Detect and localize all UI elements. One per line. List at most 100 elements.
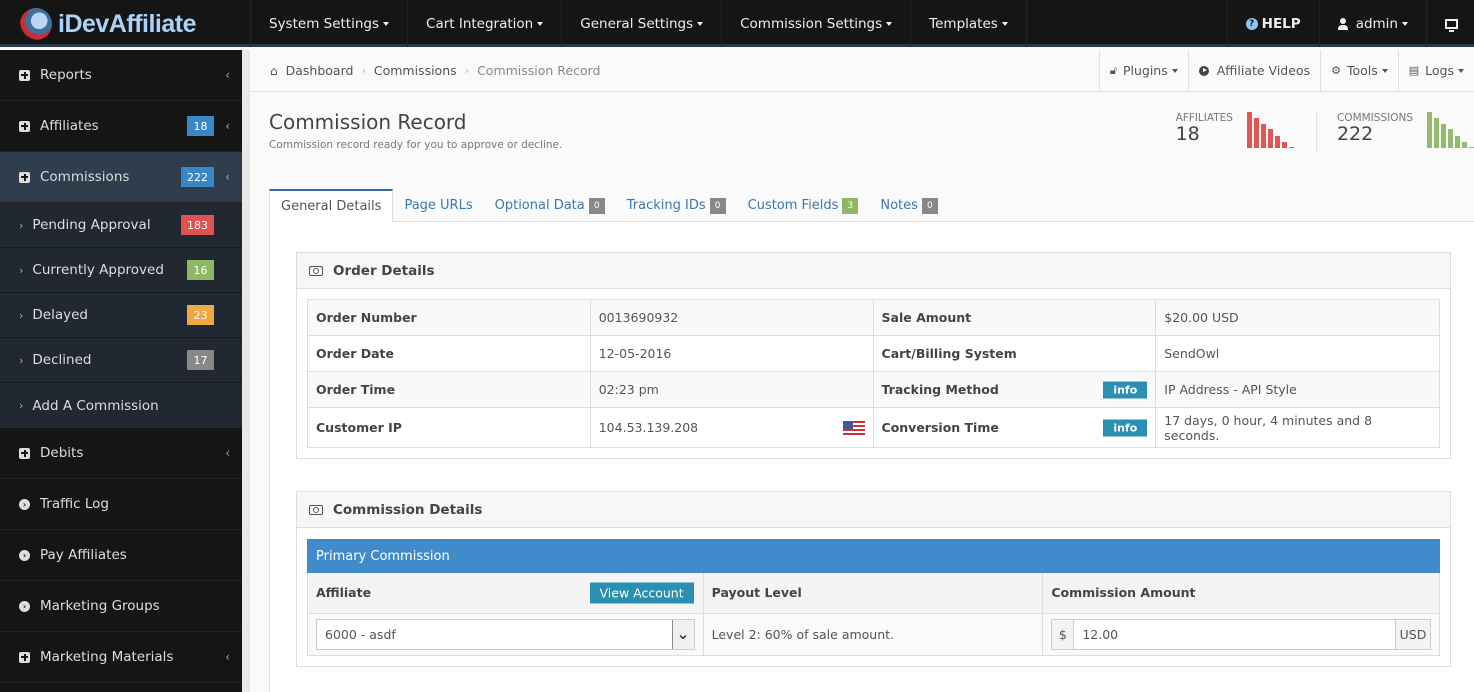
tools-button[interactable]: ⚙ Tools bbox=[1320, 50, 1398, 91]
help-link[interactable]: ? HELP bbox=[1226, 0, 1319, 47]
menu-cart-integration[interactable]: Cart Integration bbox=[408, 0, 563, 47]
sidebar-item-debits[interactable]: Debits ‹ bbox=[0, 428, 242, 479]
sidebar-item-label: Declined bbox=[32, 352, 92, 368]
caret-down-icon bbox=[1001, 21, 1008, 26]
table-row: Order Time 02:23 pm Tracking Method info… bbox=[307, 371, 1440, 408]
affiliates-sparkline bbox=[1246, 112, 1294, 148]
tab-badge: 0 bbox=[588, 197, 605, 214]
main-content: ⌂ Dashboard › Commissions › Commission R… bbox=[242, 50, 1474, 692]
tab-badge: 3 bbox=[842, 197, 859, 214]
sidebar-item-reports[interactable]: Reports ‹ bbox=[0, 50, 242, 101]
primary-commission-header: Primary Commission bbox=[307, 539, 1440, 573]
breadcrumb-dashboard[interactable]: Dashboard bbox=[286, 63, 354, 78]
sidebar-subitem-currently-approved[interactable]: › Currently Approved 16 bbox=[0, 248, 242, 293]
gear-icon: ⚙ bbox=[1331, 64, 1341, 77]
sidebar-item-marketing-materials[interactable]: Marketing Materials ‹ bbox=[0, 632, 242, 683]
menu-label: System Settings bbox=[269, 15, 380, 32]
screen-toggle-button[interactable] bbox=[1426, 0, 1474, 47]
logs-button[interactable]: ▤ Logs bbox=[1397, 50, 1474, 91]
view-account-button[interactable]: View Account bbox=[589, 582, 694, 604]
chevron-left-icon: ‹ bbox=[225, 170, 230, 184]
sidebar-item-label: Pay Affiliates bbox=[40, 547, 127, 563]
panel-title: Order Details bbox=[333, 262, 435, 279]
order-details-table: Order Number 0013690932 Sale Amount $20.… bbox=[307, 299, 1440, 448]
toolbar: 🔓︎ Plugins Affiliate Videos ⚙ Tools ▤ Lo… bbox=[1098, 50, 1474, 91]
logo[interactable]: iDevAffiliate bbox=[20, 8, 196, 40]
unlock-icon: 🔓︎ bbox=[1109, 63, 1117, 77]
conversion-info-button[interactable]: info bbox=[1103, 419, 1148, 436]
count-badge: 183 bbox=[181, 215, 214, 235]
chevron-circle-right-icon: › bbox=[19, 600, 30, 612]
menu-general-settings[interactable]: General Settings bbox=[562, 0, 723, 47]
page-subtitle: Commission record ready for you to appro… bbox=[269, 139, 563, 151]
amount-cell: $ 12.00 USD bbox=[1042, 612, 1440, 656]
table-row: 6000 - asdf ⌄ Level 2: 60% of sale amoun… bbox=[307, 612, 1440, 656]
record-tabs: General Details Page URLs Optional Data 0… bbox=[269, 189, 1474, 222]
commissions-submenu: › Pending Approval 183 › Currently Appro… bbox=[0, 203, 242, 428]
sidebar-item-commissions[interactable]: Commissions 222 ‹ bbox=[0, 152, 242, 203]
commission-amount-input[interactable]: 12.00 bbox=[1073, 619, 1395, 649]
sidebar-subitem-declined[interactable]: › Declined 17 bbox=[0, 338, 242, 383]
tab-tracking-ids[interactable]: Tracking IDs 0 bbox=[616, 189, 737, 222]
tab-notes[interactable]: Notes 0 bbox=[869, 189, 949, 222]
menu-label: General Settings bbox=[580, 15, 694, 32]
menu-system-settings[interactable]: System Settings bbox=[250, 0, 409, 47]
chevron-right-icon: › bbox=[19, 218, 24, 232]
sidebar-item-affiliates[interactable]: Affiliates 18 ‹ bbox=[0, 101, 242, 152]
tab-page-urls[interactable]: Page URLs bbox=[393, 189, 483, 222]
caret-down-icon bbox=[1171, 68, 1178, 73]
sidebar-item-label: Traffic Log bbox=[40, 496, 109, 512]
affiliate-videos-button[interactable]: Affiliate Videos bbox=[1187, 50, 1320, 91]
table-header-row: Affiliate View Account Payout Level Comm… bbox=[307, 573, 1440, 614]
sidebar-item-traffic-log[interactable]: › Traffic Log bbox=[0, 479, 242, 530]
sidebar-item-pay-affiliates[interactable]: › Pay Affiliates bbox=[0, 530, 242, 581]
field-label: Order Date bbox=[307, 335, 591, 372]
count-badge: 222 bbox=[181, 167, 214, 187]
sparkline-bar bbox=[1267, 129, 1273, 148]
tab-custom-fields[interactable]: Custom Fields 3 bbox=[737, 189, 870, 222]
table-row: Customer IP 104.53.139.208 Conversion Ti… bbox=[307, 407, 1440, 448]
tab-general-details[interactable]: General Details bbox=[269, 189, 394, 222]
tab-optional-data[interactable]: Optional Data 0 bbox=[484, 189, 616, 222]
affiliate-select[interactable]: 6000 - asdf ⌄ bbox=[316, 618, 695, 650]
sidebar-subitem-pending-approval[interactable]: › Pending Approval 183 bbox=[0, 203, 242, 248]
panel-heading: Commission Details bbox=[297, 492, 1450, 528]
plugins-button[interactable]: 🔓︎ Plugins bbox=[1098, 50, 1188, 91]
plus-square-icon bbox=[19, 447, 30, 459]
plus-square-icon bbox=[19, 69, 30, 81]
caret-down-icon bbox=[697, 21, 704, 26]
sparkline-bar bbox=[1434, 118, 1439, 148]
caret-down-icon bbox=[383, 21, 390, 26]
field-label: Order Time bbox=[307, 371, 591, 408]
field-value: 0013690932 bbox=[589, 299, 874, 336]
tab-label: Custom Fields bbox=[747, 198, 839, 213]
commission-amount-group: $ 12.00 USD bbox=[1051, 618, 1431, 650]
column-header: Payout Level bbox=[702, 573, 1044, 614]
menu-commission-settings[interactable]: Commission Settings bbox=[722, 0, 912, 47]
chevron-right-icon: › bbox=[19, 399, 24, 412]
menu-templates[interactable]: Templates bbox=[911, 0, 1027, 47]
stat-commissions: COMMISSIONS 222 bbox=[1337, 112, 1474, 152]
order-details-panel: Order Details Order Number 0013690932 Sa… bbox=[296, 252, 1451, 459]
sidebar-item-label: Delayed bbox=[32, 307, 88, 323]
us-flag-icon bbox=[842, 420, 865, 435]
user-menu[interactable]: admin bbox=[1318, 0, 1426, 47]
caret-down-icon bbox=[1402, 21, 1408, 26]
tool-label: Plugins bbox=[1122, 63, 1168, 78]
sidebar-subitem-delayed[interactable]: › Delayed 23 bbox=[0, 293, 242, 338]
tracking-info-button[interactable]: info bbox=[1103, 381, 1148, 398]
field-label: Tracking Method bbox=[881, 382, 999, 397]
stat-divider bbox=[1315, 112, 1317, 152]
sparkline-bar bbox=[1462, 142, 1467, 148]
chevron-left-icon: ‹ bbox=[225, 119, 230, 133]
help-label: HELP bbox=[1261, 15, 1301, 32]
tab-badge: 0 bbox=[921, 197, 938, 214]
tool-label: Tools bbox=[1346, 63, 1378, 78]
sidebar-item-label: Affiliates bbox=[40, 118, 99, 134]
tool-label: Affiliate Videos bbox=[1216, 63, 1311, 78]
breadcrumb-commissions[interactable]: Commissions bbox=[374, 63, 457, 78]
user-name: admin bbox=[1355, 15, 1398, 32]
sidebar: Reports ‹ Affiliates 18 ‹ Commissions 22… bbox=[0, 50, 242, 692]
sidebar-item-marketing-groups[interactable]: › Marketing Groups bbox=[0, 581, 242, 632]
sidebar-subitem-add-commission[interactable]: › Add A Commission bbox=[0, 383, 242, 428]
